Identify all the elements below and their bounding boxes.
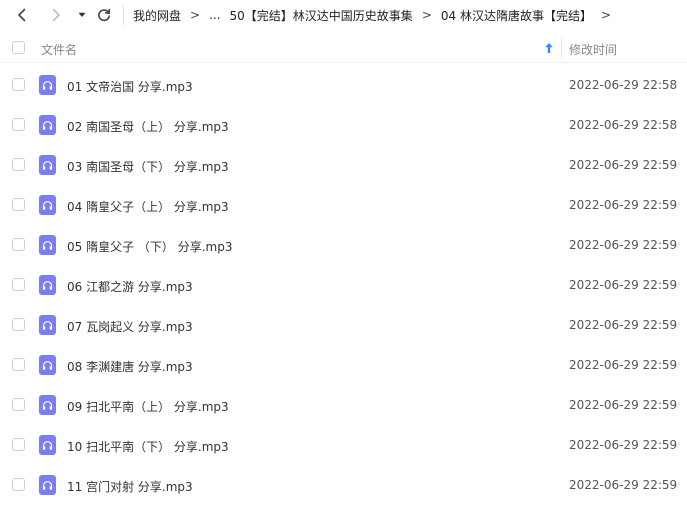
caret-down-icon — [78, 12, 86, 17]
file-row[interactable]: 06 江都之游 分享.mp3 2022-06-29 22:59 — [0, 265, 687, 305]
file-modified-time: 2022-06-29 22:59 — [569, 238, 678, 252]
file-modified-time: 2022-06-29 22:59 — [569, 198, 678, 212]
breadcrumb-ellipsis[interactable]: ... — [209, 8, 220, 22]
row-checkbox[interactable] — [12, 278, 25, 291]
row-checkbox[interactable] — [12, 158, 25, 171]
audio-file-icon — [39, 75, 56, 95]
headphones-icon — [42, 480, 53, 490]
breadcrumb-separator: > — [600, 8, 612, 22]
file-row[interactable]: 04 隋皇父子（上） 分享.mp3 2022-06-29 22:59 — [0, 185, 687, 225]
forward-button[interactable] — [46, 5, 66, 25]
file-name[interactable]: 10 扫北平南（下） 分享.mp3 — [67, 438, 229, 455]
row-checkbox[interactable] — [12, 78, 25, 91]
back-button[interactable] — [12, 5, 32, 25]
select-all-checkbox[interactable] — [12, 41, 25, 54]
sort-ascending-arrow-icon[interactable] — [544, 42, 554, 54]
audio-file-icon — [39, 275, 56, 295]
audio-file-icon — [39, 395, 56, 415]
column-header-filename[interactable]: 文件名 — [41, 41, 77, 58]
breadcrumb-separator: > — [190, 8, 201, 22]
breadcrumb: 我的网盘 > ... 50【完结】林汉达中国历史故事集 > 04 林汉达隋唐故事… — [133, 7, 620, 24]
nav-divider — [123, 5, 124, 25]
file-row[interactable]: 10 扫北平南（下） 分享.mp3 2022-06-29 22:59 — [0, 425, 687, 465]
column-header-modified-time[interactable]: 修改时间 — [569, 41, 617, 58]
row-checkbox[interactable] — [12, 118, 25, 131]
refresh-icon — [98, 8, 111, 22]
file-row[interactable]: 07 瓦岗起义 分享.mp3 2022-06-29 22:59 — [0, 305, 687, 345]
file-name[interactable]: 02 南国圣母（上） 分享.mp3 — [67, 118, 229, 135]
headphones-icon — [42, 80, 53, 90]
file-row[interactable]: 02 南国圣母（上） 分享.mp3 2022-06-29 22:58 — [0, 105, 687, 145]
row-checkbox[interactable] — [12, 398, 25, 411]
file-name[interactable]: 03 南国圣母（下） 分享.mp3 — [67, 158, 229, 175]
row-checkbox[interactable] — [12, 198, 25, 211]
file-name[interactable]: 08 李渊建唐 分享.mp3 — [67, 358, 193, 375]
column-divider[interactable] — [561, 38, 562, 58]
file-modified-time: 2022-06-29 22:59 — [569, 438, 678, 452]
audio-file-icon — [39, 195, 56, 215]
breadcrumb-separator: > — [421, 8, 432, 22]
audio-file-icon — [39, 235, 56, 255]
headphones-icon — [42, 200, 53, 210]
chevron-left-icon — [18, 8, 26, 22]
chevron-right-icon — [52, 8, 60, 22]
headphones-icon — [42, 360, 53, 370]
file-name[interactable]: 05 隋皇父子 （下） 分享.mp3 — [67, 238, 232, 255]
row-checkbox[interactable] — [12, 478, 25, 491]
headphones-icon — [42, 320, 53, 330]
breadcrumb-root[interactable]: 我的网盘 — [133, 7, 181, 24]
file-modified-time: 2022-06-29 22:59 — [569, 318, 678, 332]
headphones-icon — [42, 160, 53, 170]
refresh-button[interactable] — [94, 5, 114, 25]
audio-file-icon — [39, 315, 56, 335]
file-row[interactable]: 03 南国圣母（下） 分享.mp3 2022-06-29 22:59 — [0, 145, 687, 185]
file-modified-time: 2022-06-29 22:58 — [569, 78, 678, 92]
file-row[interactable]: 08 李渊建唐 分享.mp3 2022-06-29 22:59 — [0, 345, 687, 385]
headphones-icon — [42, 400, 53, 410]
row-checkbox[interactable] — [12, 238, 25, 251]
file-name[interactable]: 07 瓦岗起义 分享.mp3 — [67, 318, 193, 335]
file-list: 01 文帝治国 分享.mp3 2022-06-29 22:58 02 南国圣母（… — [0, 65, 687, 505]
headphones-icon — [42, 440, 53, 450]
audio-file-icon — [39, 155, 56, 175]
headphones-icon — [42, 280, 53, 290]
row-checkbox[interactable] — [12, 318, 25, 331]
file-modified-time: 2022-06-29 22:58 — [569, 118, 678, 132]
file-modified-time: 2022-06-29 22:59 — [569, 358, 678, 372]
file-name[interactable]: 04 隋皇父子（上） 分享.mp3 — [67, 198, 229, 215]
breadcrumb-current[interactable]: 04 林汉达隋唐故事【完结】 — [441, 7, 592, 24]
audio-file-icon — [39, 435, 56, 455]
headphones-icon — [42, 120, 53, 130]
file-name[interactable]: 01 文帝治国 分享.mp3 — [67, 78, 193, 95]
history-dropdown-button[interactable] — [74, 5, 90, 25]
audio-file-icon — [39, 115, 56, 135]
audio-file-icon — [39, 355, 56, 375]
file-modified-time: 2022-06-29 22:59 — [569, 478, 678, 492]
file-list-header: 文件名 修改时间 — [0, 34, 687, 63]
file-row[interactable]: 09 扫北平南（上） 分享.mp3 2022-06-29 22:59 — [0, 385, 687, 425]
headphones-icon — [42, 240, 53, 250]
row-checkbox[interactable] — [12, 438, 25, 451]
file-row[interactable]: 05 隋皇父子 （下） 分享.mp3 2022-06-29 22:59 — [0, 225, 687, 265]
file-name[interactable]: 09 扫北平南（上） 分享.mp3 — [67, 398, 229, 415]
file-name[interactable]: 06 江都之游 分享.mp3 — [67, 278, 193, 295]
file-row[interactable]: 11 宫门对射 分享.mp3 2022-06-29 22:59 — [0, 465, 687, 505]
file-name[interactable]: 11 宫门对射 分享.mp3 — [67, 478, 193, 495]
file-row[interactable]: 01 文帝治国 分享.mp3 2022-06-29 22:58 — [0, 65, 687, 105]
audio-file-icon — [39, 475, 56, 495]
file-modified-time: 2022-06-29 22:59 — [569, 398, 678, 412]
breadcrumb-level1[interactable]: 50【完结】林汉达中国历史故事集 — [230, 7, 413, 24]
file-modified-time: 2022-06-29 22:59 — [569, 278, 678, 292]
file-modified-time: 2022-06-29 22:59 — [569, 158, 678, 172]
navigation-bar: 我的网盘 > ... 50【完结】林汉达中国历史故事集 > 04 林汉达隋唐故事… — [0, 0, 687, 30]
row-checkbox[interactable] — [12, 358, 25, 371]
